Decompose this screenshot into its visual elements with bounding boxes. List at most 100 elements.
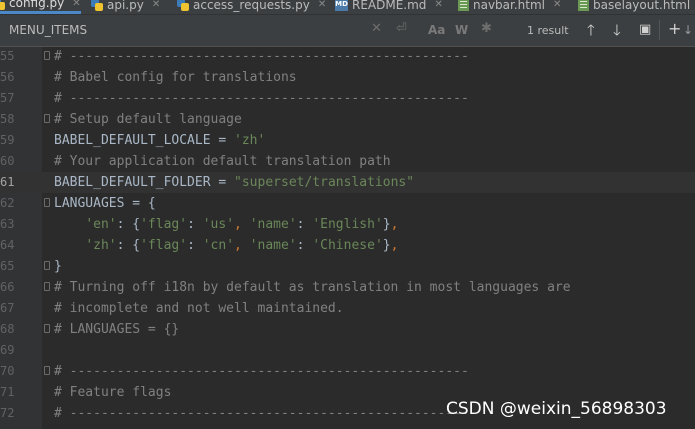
line-number: 57 [0,91,15,105]
line-number: 60 [0,154,15,168]
line-number: 68 [0,322,15,336]
fold-marker-icon[interactable] [44,198,50,207]
words-toggle[interactable]: W [455,23,468,37]
more-options-icon[interactable]: ↓ [683,23,693,37]
code-line[interactable]: 60 # Your application default translatio… [0,151,695,172]
line-number: 62 [0,196,15,210]
tab-navbar-html[interactable]: navbar.html ✕ [458,0,561,14]
code-line[interactable]: 69 [0,340,695,361]
line-number: 64 [0,238,15,252]
code-line[interactable]: 56 # Babel config for translations [0,67,695,88]
close-icon[interactable]: ✕ [152,0,160,10]
code-line[interactable]: 64 'zh': {'flag': 'cn', 'name': 'Chinese… [0,235,695,256]
code-text: # Babel config for translations [54,70,297,85]
search-input[interactable]: MENU_ITEMS [9,23,87,37]
python-file-icon [0,0,5,10]
python-file-icon [176,0,189,11]
close-icon[interactable]: ✕ [434,0,442,10]
fold-marker-icon[interactable] [44,51,50,60]
tab-label: navbar.html [473,0,546,12]
tab-label: baselayout.html [593,0,691,12]
string-literal: 'flag' [140,217,188,232]
regex-toggle[interactable]: ✱ [481,21,492,36]
tab-config-py[interactable]: config.py ✕ [0,0,81,14]
code-line[interactable]: 70 # -----------------------------------… [0,361,695,382]
code-line[interactable]: 59 BABEL_DEFAULT_LOCALE = 'zh' [0,130,695,151]
string-literal: 'us' [202,217,235,232]
previous-occurrence-icon[interactable]: 🡑 [587,20,595,45]
close-icon[interactable]: ✕ [553,0,561,10]
line-number: 66 [0,280,15,294]
code-text: } [54,259,62,274]
close-icon[interactable]: ✕ [72,0,80,9]
next-occurrence-icon[interactable]: 🡓 [613,20,621,45]
string-literal: 'name' [249,217,297,232]
html-file-icon [458,0,469,11]
operator: = [210,133,235,148]
close-icon[interactable]: ✕ [318,0,326,10]
tab-label: README.md [352,0,427,12]
code-line[interactable]: 66 # Turning off i18n by default as tran… [0,277,695,298]
tab-label: api.py [107,0,144,12]
code-line-current[interactable]: 61 BABEL_DEFAULT_FOLDER = "superset/tran… [0,172,695,193]
code-line[interactable]: 65 } [0,256,695,277]
code-line[interactable]: 58 # Setup default language [0,109,695,130]
code-text: # Your application default translation p… [54,154,391,169]
divider [659,20,660,40]
code-text: # incomplete and not well maintained. [54,301,344,316]
clear-search-icon[interactable]: ✕ [371,21,382,36]
line-number: 71 [0,385,15,399]
code-text: # --------------------------------------… [54,49,469,64]
fold-marker-icon[interactable] [44,114,50,123]
code-line[interactable]: 55 # -----------------------------------… [0,47,695,67]
code-text: # LANGUAGES = {} [54,322,180,337]
tab-access-requests-py[interactable]: access_requests.py ✕ [176,0,326,14]
string-literal: 'English' [312,217,383,232]
code-line[interactable]: 63 'en': {'flag': 'us', 'name': 'English… [0,214,695,235]
fold-marker-icon[interactable] [44,324,50,333]
line-number: 70 [0,364,15,378]
code-text: BABEL_DEFAULT_FOLDER = "superset/transla… [54,172,414,193]
tab-label: access_requests.py [193,0,310,12]
add-selection-icon[interactable]: + [668,19,681,38]
code-text: # --------------------------------------… [54,364,469,379]
code-text: LANGUAGES = { [54,196,156,211]
fold-marker-icon[interactable] [44,282,50,291]
tab-api-py[interactable]: api.py ✕ [90,0,160,14]
result-count: 1 result [527,24,569,37]
code-text: # --------------------------------------… [54,406,469,421]
line-number: 72 [0,406,15,420]
code-text: BABEL_DEFAULT_LOCALE = 'zh' [54,130,265,151]
code-editor[interactable]: 55 # -----------------------------------… [0,47,695,429]
code-line[interactable]: 62 LANGUAGES = { [0,193,695,214]
string-literal: 'flag' [140,238,188,253]
code-text: 'en': {'flag': 'us', 'name': 'English'}, [85,217,399,232]
string-literal: 'en' [85,217,117,232]
code-line[interactable]: 68 # LANGUAGES = {} [0,319,695,340]
code-text: 'zh': {'flag': 'cn', 'name': 'Chinese'}, [85,238,399,253]
string-literal: 'Chinese' [312,238,383,253]
code-line[interactable]: 57 # -----------------------------------… [0,88,695,109]
string-literal: 'zh' [85,238,117,253]
line-number: 69 [0,343,15,357]
operator: = [210,175,235,190]
string-literal: 'name' [249,238,297,253]
tab-baselayout-html[interactable]: baselayout.html [578,0,690,14]
fold-marker-icon[interactable] [44,366,50,375]
find-bar: MENU_ITEMS ✕ ⏎ Aa W ✱ 1 result 🡑 🡓 ▣ + ↓ [0,15,695,47]
tab-label: config.py [9,0,65,10]
editor-tab-bar: config.py ✕ api.py ✕ access_requests.py … [0,0,695,15]
variable-name: BABEL_DEFAULT_LOCALE [54,133,211,148]
match-case-toggle[interactable]: Aa [428,23,445,37]
tab-readme-md[interactable]: MD README.md ✕ [335,0,443,14]
fold-marker-icon[interactable] [44,261,50,270]
select-all-occurrences-icon[interactable]: ▣ [639,22,651,37]
variable-name: BABEL_DEFAULT_FOLDER [54,175,211,190]
new-line-icon[interactable]: ⏎ [396,21,407,36]
python-file-icon [90,0,103,11]
string-literal: "superset/translations" [234,175,415,190]
code-text: # Setup default language [54,112,242,127]
code-line[interactable]: 67 # incomplete and not well maintained. [0,298,695,319]
html-file-icon [578,0,589,11]
line-number: 65 [0,259,15,273]
